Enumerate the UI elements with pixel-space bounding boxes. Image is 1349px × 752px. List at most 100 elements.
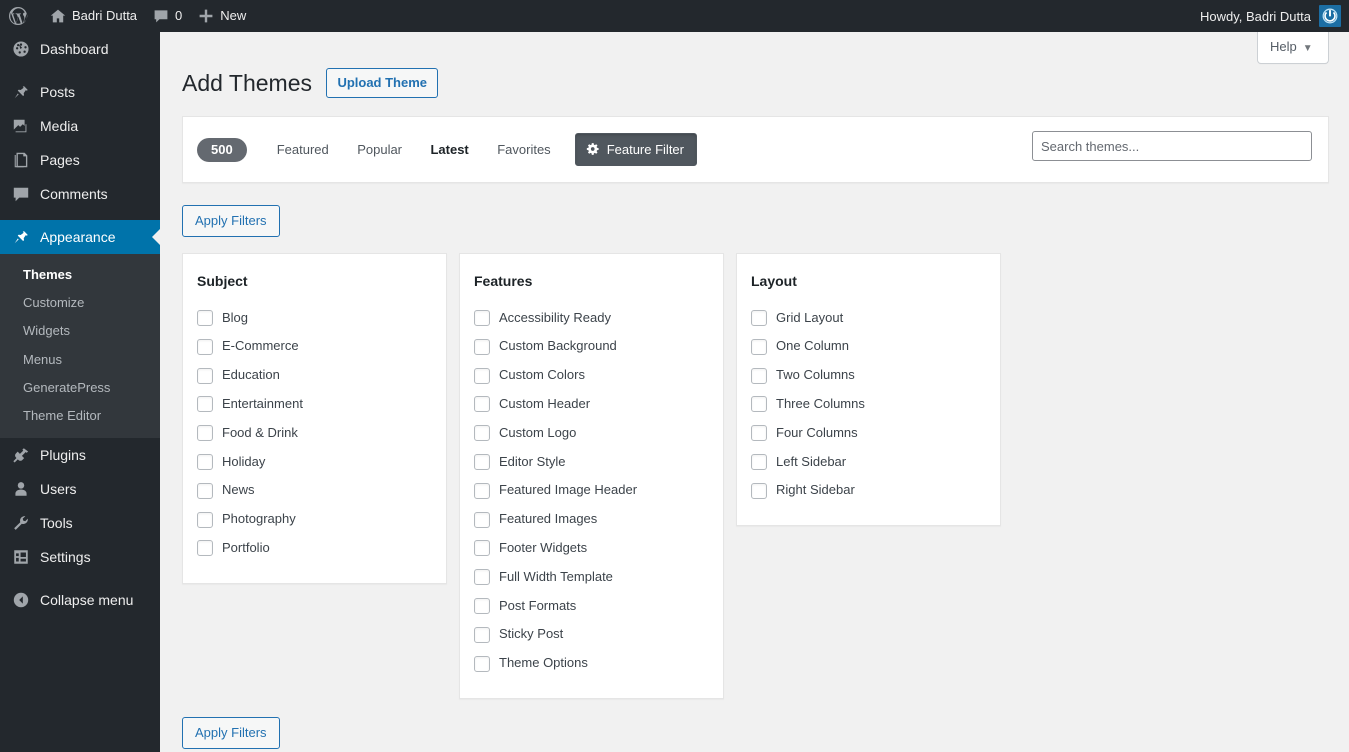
filter-option[interactable]: Left Sidebar — [751, 448, 980, 477]
tab-latest[interactable]: Latest — [418, 137, 480, 162]
checkbox-icon[interactable] — [197, 425, 213, 442]
submenu-item-themes[interactable]: Themes — [0, 261, 160, 289]
checkbox-icon[interactable] — [751, 425, 767, 442]
filter-option[interactable]: News — [197, 476, 426, 505]
filter-option[interactable]: Editor Style — [474, 448, 703, 477]
checkbox-icon[interactable] — [751, 396, 767, 413]
filter-option[interactable]: Custom Logo — [474, 419, 703, 448]
checkbox-icon[interactable] — [197, 453, 213, 470]
collapse-icon — [11, 590, 31, 610]
submenu-item-menus[interactable]: Menus — [0, 346, 160, 374]
filter-option[interactable]: Theme Options — [474, 649, 703, 678]
upload-theme-button[interactable]: Upload Theme — [326, 68, 439, 98]
filter-option[interactable]: Holiday — [197, 448, 426, 477]
sidebar-item-settings[interactable]: Settings — [0, 540, 160, 574]
filter-option[interactable]: Blog — [197, 304, 426, 333]
checkbox-icon[interactable] — [474, 396, 490, 413]
filter-option[interactable]: Featured Image Header — [474, 476, 703, 505]
filter-option[interactable]: Custom Colors — [474, 361, 703, 390]
checkbox-icon[interactable] — [474, 540, 490, 557]
checkbox-icon[interactable] — [751, 482, 767, 499]
filter-option[interactable]: Full Width Template — [474, 563, 703, 592]
apply-filters-button-top[interactable]: Apply Filters — [182, 205, 280, 237]
sidebar-item-users[interactable]: Users — [0, 472, 160, 506]
checkbox-icon[interactable] — [197, 338, 213, 355]
checkbox-icon[interactable] — [474, 367, 490, 384]
sidebar-item-comments[interactable]: Comments — [0, 177, 160, 211]
filter-option-label: Custom Background — [499, 338, 617, 354]
checkbox-icon[interactable] — [474, 453, 490, 470]
filter-option[interactable]: Featured Images — [474, 505, 703, 534]
sidebar-item-posts[interactable]: Posts — [0, 75, 160, 109]
checkbox-icon[interactable] — [474, 569, 490, 586]
sidebar-item-label: Plugins — [40, 447, 86, 464]
filter-option[interactable]: E-Commerce — [197, 332, 426, 361]
filter-option[interactable]: Portfolio — [197, 534, 426, 563]
filter-option[interactable]: Education — [197, 361, 426, 390]
filter-option-label: Editor Style — [499, 453, 566, 469]
sidebar-item-dashboard[interactable]: Dashboard — [0, 32, 160, 66]
checkbox-icon[interactable] — [474, 655, 490, 672]
sidebar-item-media[interactable]: Media — [0, 109, 160, 143]
new-content-menu[interactable]: New — [190, 0, 254, 32]
filter-option[interactable]: Custom Header — [474, 390, 703, 419]
checkbox-icon[interactable] — [751, 453, 767, 470]
checkbox-icon[interactable] — [474, 626, 490, 643]
theme-navigation-bar: 500 Featured Popular Latest Favorites Fe… — [182, 116, 1329, 183]
sidebar-item-collapse-menu[interactable]: Collapse menu — [0, 583, 160, 617]
filter-option[interactable]: Photography — [197, 505, 426, 534]
feature-filter-button[interactable]: Feature Filter — [574, 133, 697, 166]
checkbox-icon[interactable] — [751, 367, 767, 384]
sidebar-item-appearance[interactable]: Appearance — [0, 220, 160, 254]
comments-bubble-menu[interactable]: 0 — [145, 0, 190, 32]
filter-option[interactable]: Sticky Post — [474, 620, 703, 649]
filter-option[interactable]: One Column — [751, 332, 980, 361]
filter-option[interactable]: Food & Drink — [197, 419, 426, 448]
filter-option-label: Post Formats — [499, 597, 577, 613]
filter-option[interactable]: Custom Background — [474, 332, 703, 361]
filter-option[interactable]: Accessibility Ready — [474, 304, 703, 333]
wordpress-logo-menu[interactable] — [0, 0, 42, 32]
checkbox-icon[interactable] — [474, 338, 490, 355]
tab-popular[interactable]: Popular — [345, 137, 414, 162]
filter-option-label: Blog — [222, 309, 249, 325]
filter-option[interactable]: Entertainment — [197, 390, 426, 419]
checkbox-icon[interactable] — [474, 511, 490, 528]
search-input[interactable] — [1032, 131, 1312, 161]
filter-option[interactable]: Footer Widgets — [474, 534, 703, 563]
checkbox-icon[interactable] — [197, 367, 213, 384]
checkbox-icon[interactable] — [474, 425, 490, 442]
checkbox-icon[interactable] — [474, 597, 490, 614]
avatar — [1319, 5, 1341, 27]
my-account-menu[interactable]: Howdy, Badri Dutta — [1200, 0, 1349, 32]
sidebar-item-tools[interactable]: Tools — [0, 506, 160, 540]
checkbox-icon[interactable] — [474, 309, 490, 326]
filter-option[interactable]: Post Formats — [474, 592, 703, 621]
submenu-item-generatepress[interactable]: GeneratePress — [0, 374, 160, 402]
tab-favorites[interactable]: Favorites — [485, 137, 562, 162]
checkbox-icon[interactable] — [197, 511, 213, 528]
submenu-item-theme-editor[interactable]: Theme Editor — [0, 402, 160, 430]
checkbox-icon[interactable] — [751, 338, 767, 355]
filter-option[interactable]: Two Columns — [751, 361, 980, 390]
sidebar-item-plugins[interactable]: Plugins — [0, 438, 160, 472]
help-tab-button[interactable]: Help ▼ — [1257, 32, 1329, 65]
filter-option[interactable]: Right Sidebar — [751, 476, 980, 505]
filter-option-label: Accessibility Ready — [499, 309, 611, 325]
checkbox-icon[interactable] — [197, 482, 213, 499]
checkbox-icon[interactable] — [751, 309, 767, 326]
checkbox-icon[interactable] — [197, 396, 213, 413]
filter-option[interactable]: Grid Layout — [751, 304, 980, 333]
filter-option-label: Four Columns — [776, 424, 858, 440]
filter-option[interactable]: Three Columns — [751, 390, 980, 419]
checkbox-icon[interactable] — [197, 540, 213, 557]
apply-filters-button-bottom[interactable]: Apply Filters — [182, 716, 280, 749]
submenu-item-widgets[interactable]: Widgets — [0, 317, 160, 345]
submenu-item-customize[interactable]: Customize — [0, 289, 160, 317]
tab-featured[interactable]: Featured — [265, 137, 341, 162]
site-name-menu[interactable]: Badri Dutta — [42, 0, 145, 32]
filter-option[interactable]: Four Columns — [751, 419, 980, 448]
checkbox-icon[interactable] — [474, 482, 490, 499]
sidebar-item-pages[interactable]: Pages — [0, 143, 160, 177]
checkbox-icon[interactable] — [197, 309, 213, 326]
